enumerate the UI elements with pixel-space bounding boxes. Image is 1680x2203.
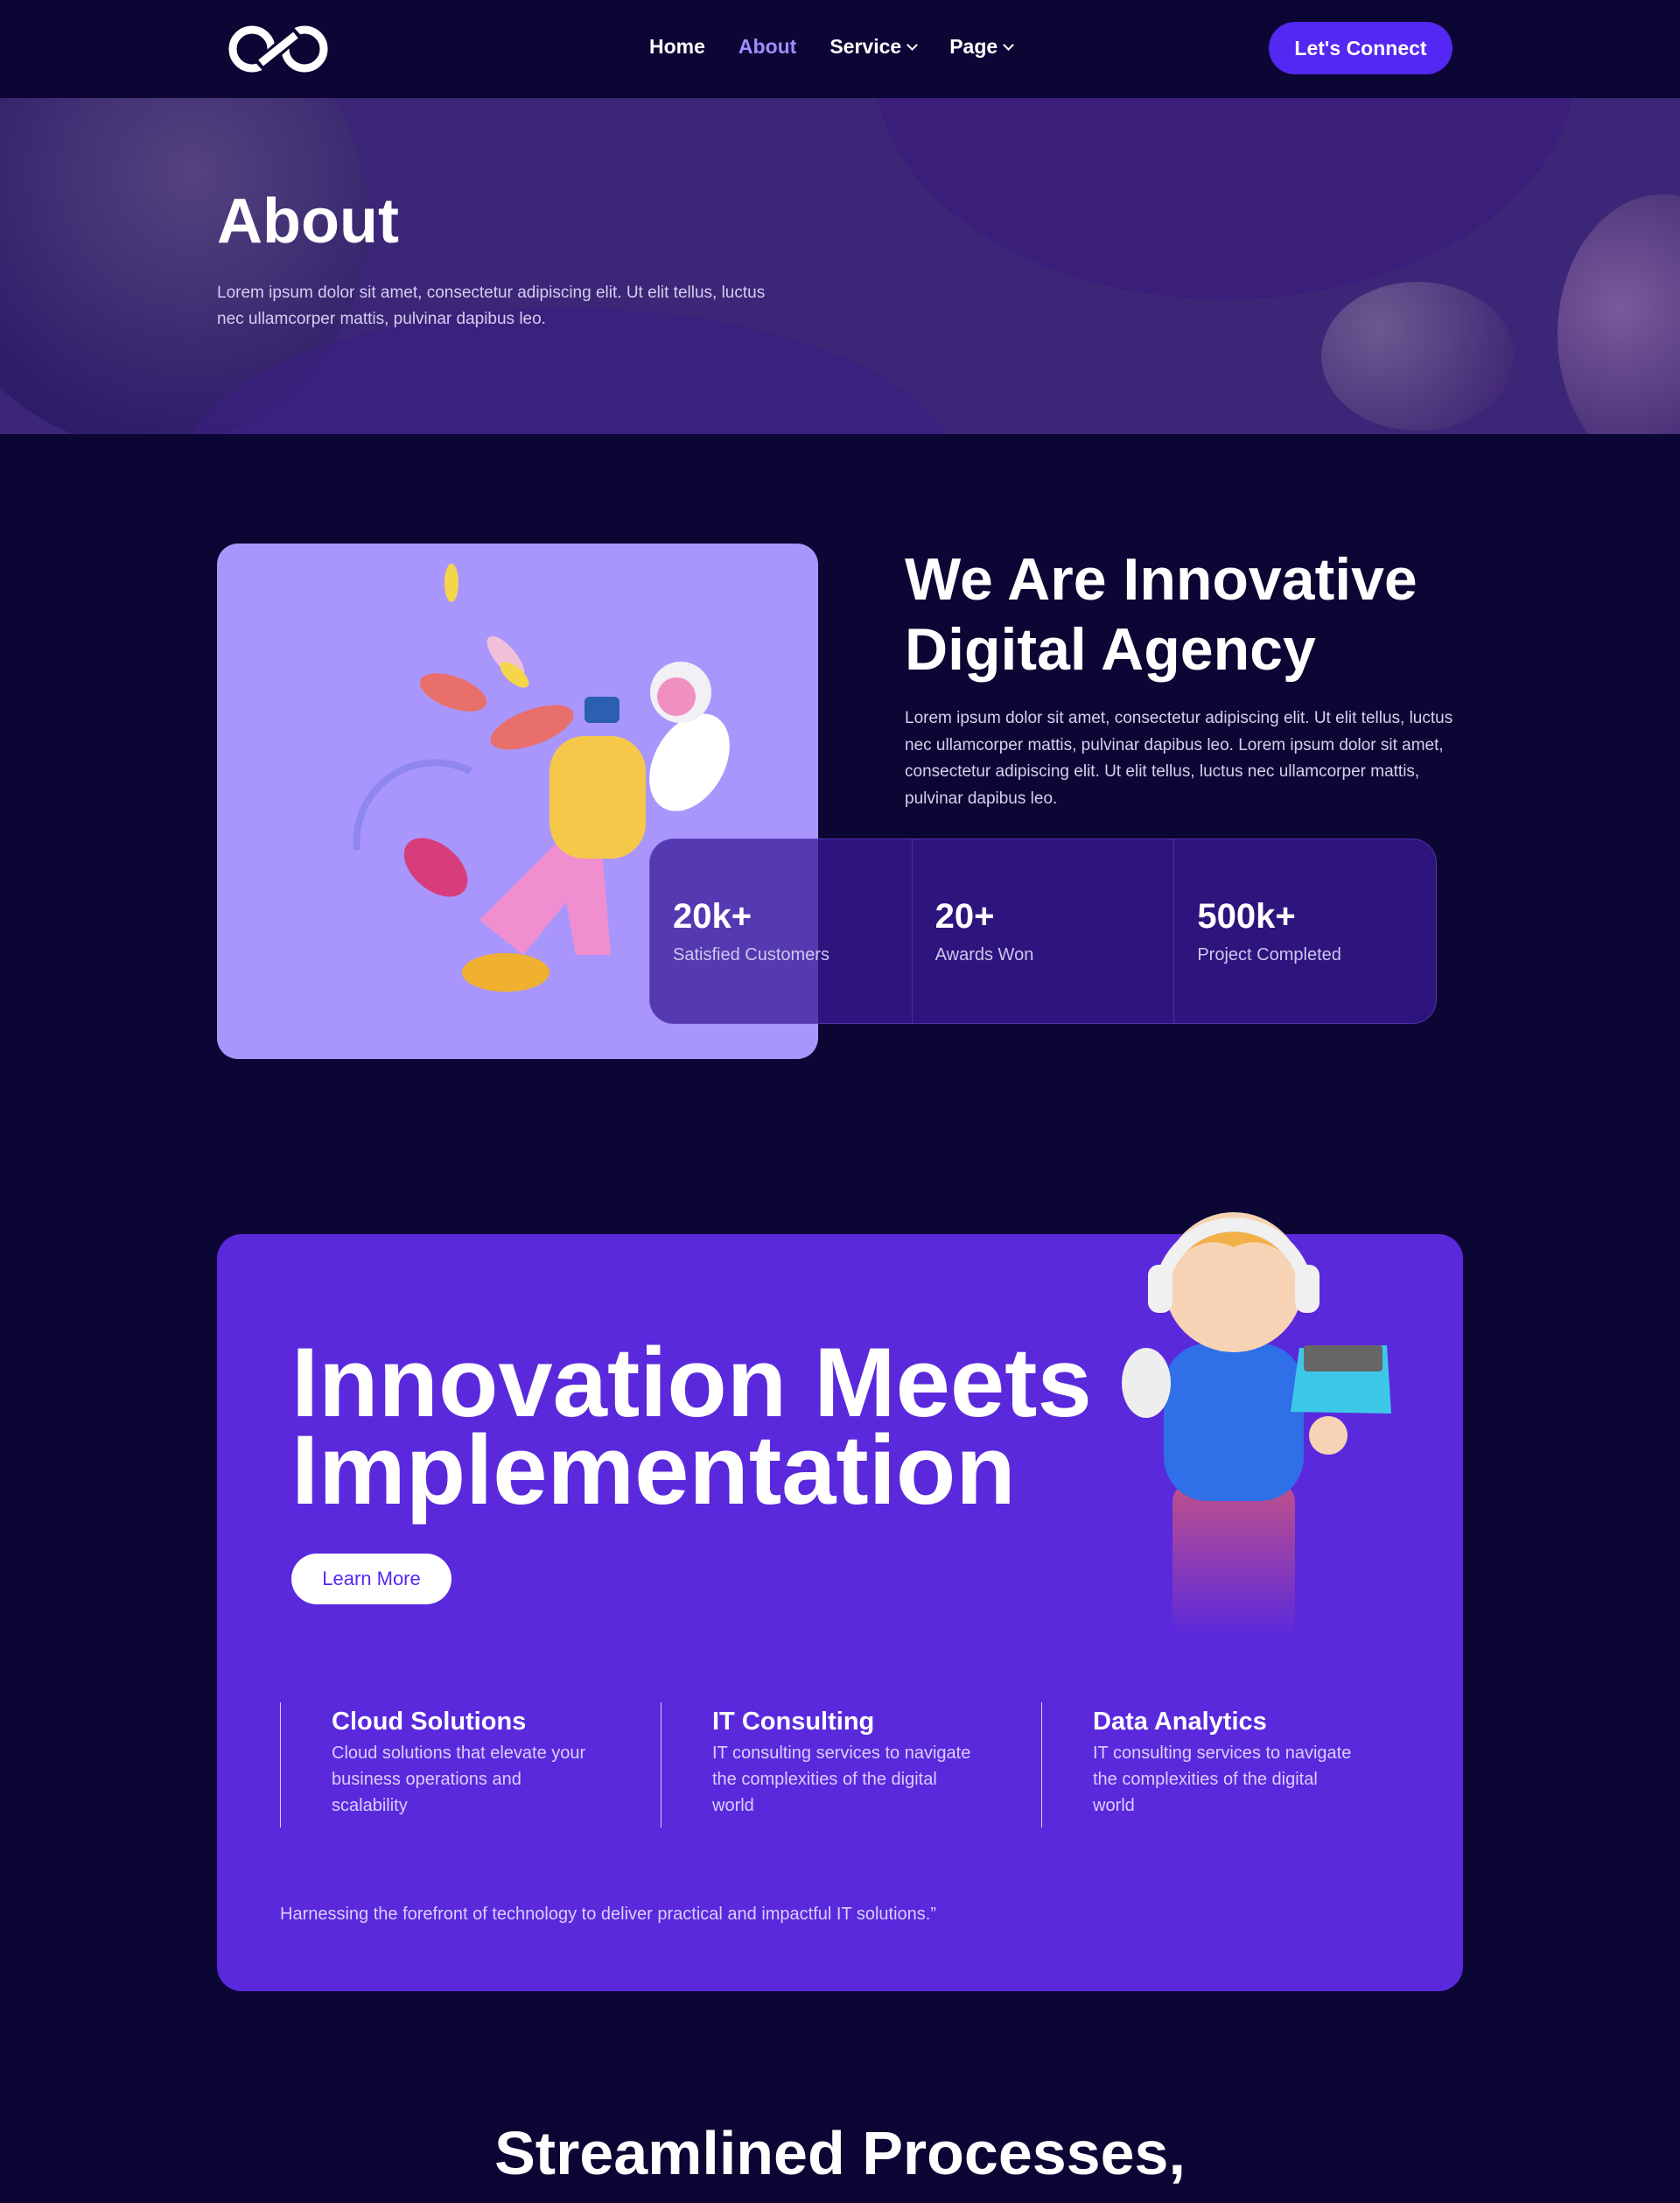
stat-label: Awards Won	[934, 945, 1034, 965]
hero-text: Lorem ipsum dolor sit amet, consectetur …	[217, 284, 766, 328]
learn-more-button[interactable]: Learn More	[291, 1554, 452, 1604]
decorative-blob	[875, 98, 1575, 299]
streamlined-heading: Streamlined Processes,	[494, 2119, 1186, 2187]
feature-title: Cloud Solutions	[332, 1708, 527, 1736]
page-title: About	[217, 186, 399, 256]
about-heading: We Are Innovative Digital Agency	[905, 546, 1418, 683]
nav-about[interactable]: About	[738, 35, 796, 59]
stat-label: Satisfied Customers	[673, 945, 830, 965]
nav-home[interactable]: Home	[649, 35, 705, 59]
nav-service-label: Service	[830, 35, 902, 58]
innovation-heading: Innovation Meets Implementation	[291, 1328, 1092, 1525]
nav-service[interactable]: Service	[830, 35, 919, 59]
navbar: Home About Service Page Let's Connect	[0, 0, 1680, 98]
about-text: Lorem ipsum dolor sit amet, consectetur …	[905, 709, 1453, 808]
nav-page-label: Page	[949, 35, 998, 58]
logo-icon[interactable]	[226, 23, 331, 75]
hero-banner: About Lorem ipsum dolor sit amet, consec…	[0, 98, 1680, 434]
character-with-tablet-illustration	[1122, 1212, 1391, 1637]
decorative-blob	[1321, 282, 1514, 431]
feature-it-consulting: IT Consulting IT consulting services to n…	[661, 1702, 993, 1828]
chevron-down-icon	[1003, 39, 1015, 51]
stats-panel: 20k+ Satisfied Customers 20+ Awards Won 50…	[649, 838, 1437, 1024]
stat-value: 20k+	[673, 897, 752, 936]
stat-item: 500k+ Project Completed	[1174, 839, 1436, 1023]
quote-text: Harnessing the forefront of technology t…	[280, 1905, 937, 1924]
stat-value: 500k+	[1197, 897, 1296, 936]
stat-item: 20k+ Satisfied Customers	[650, 839, 913, 1023]
stat-item: 20+ Awards Won	[913, 839, 1175, 1023]
feature-text: IT consulting services to navigate the c…	[1093, 1743, 1352, 1815]
nav-page[interactable]: Page	[949, 35, 1015, 59]
feature-cloud-solutions: Cloud Solutions Cloud solutions that elev…	[280, 1702, 612, 1828]
stat-label: Project Completed	[1197, 945, 1341, 965]
decorative-blob	[1558, 194, 1680, 434]
stat-value: 20+	[934, 897, 995, 936]
feature-text: Cloud solutions that elevate your busine…	[332, 1743, 586, 1815]
feature-title: IT Consulting	[712, 1708, 875, 1736]
nav-links: Home About Service Page	[649, 35, 1015, 59]
feature-data-analytics: Data Analytics IT consulting services to …	[1041, 1702, 1374, 1828]
lets-connect-button[interactable]: Let's Connect	[1269, 22, 1452, 74]
feature-text: IT consulting services to navigate the c…	[712, 1743, 971, 1815]
chevron-down-icon	[906, 39, 919, 51]
feature-title: Data Analytics	[1093, 1708, 1267, 1736]
